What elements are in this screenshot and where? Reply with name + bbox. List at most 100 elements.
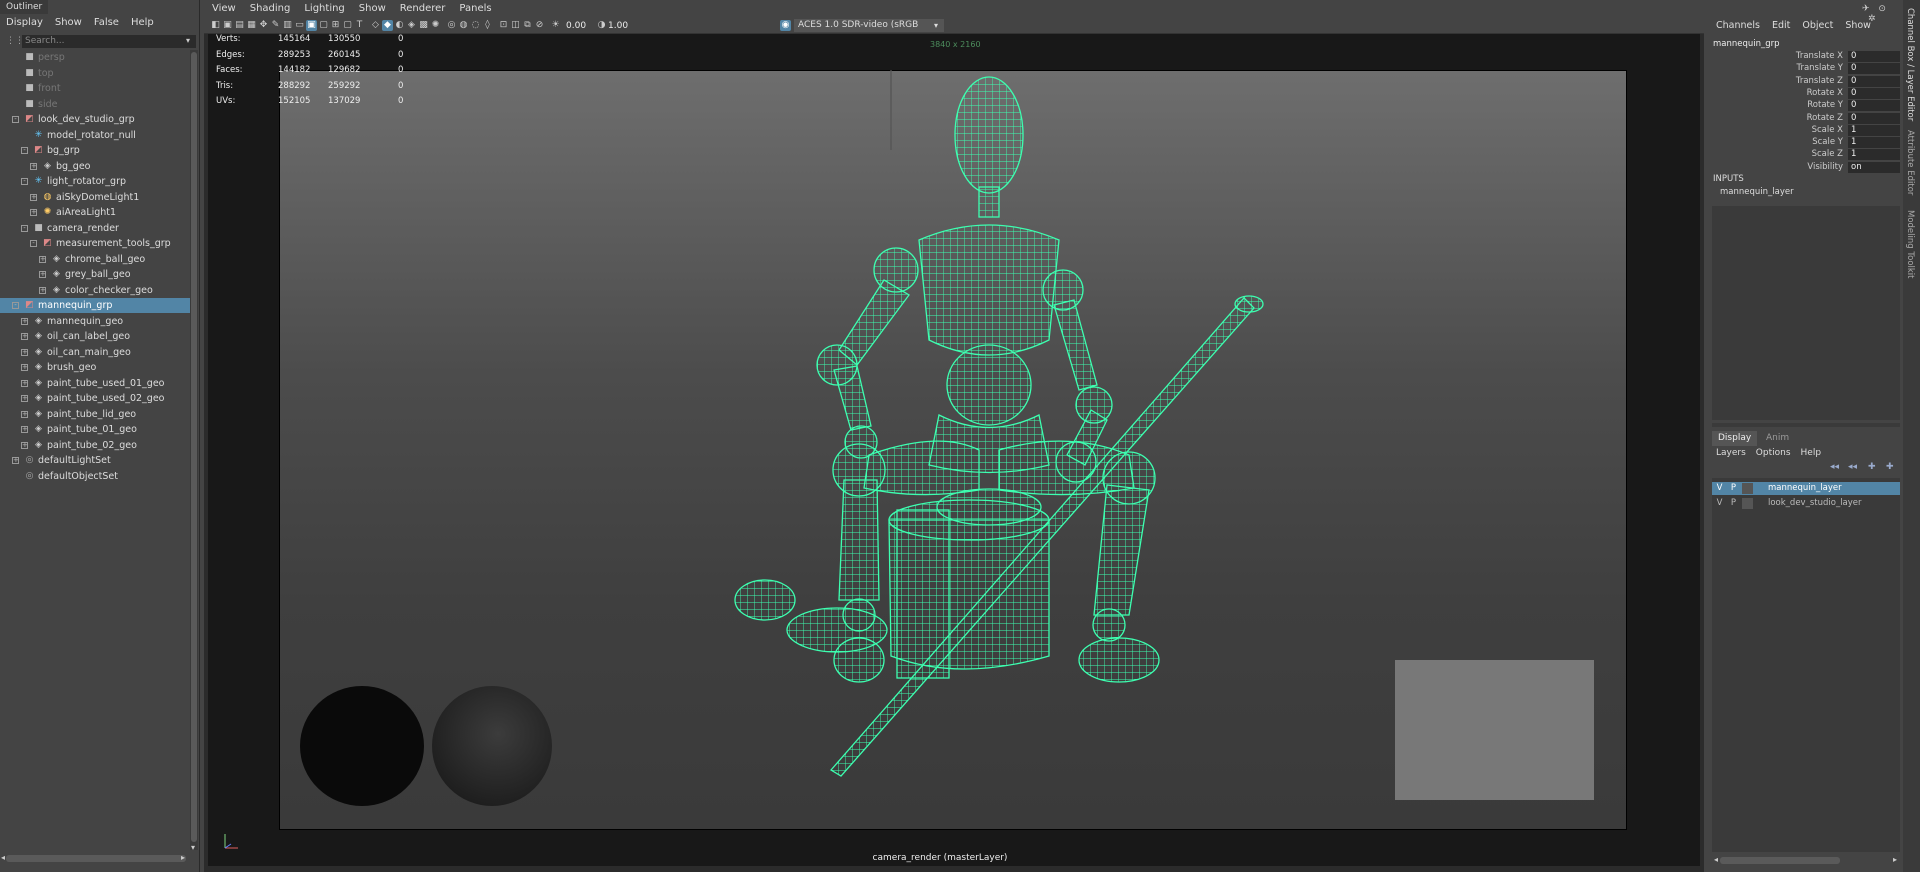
- new-layer-selected-icon[interactable]: ✚: [1886, 462, 1894, 472]
- expand-icon[interactable]: +: [39, 255, 46, 263]
- view-transform-icon[interactable]: ◉: [780, 20, 791, 31]
- outliner-item[interactable]: - ◩ bg_grp: [0, 143, 190, 158]
- exposure-value[interactable]: 0.00: [566, 20, 586, 32]
- gamma-value[interactable]: 1.00: [608, 20, 628, 32]
- outliner-item[interactable]: ✳ model_rotator_null: [0, 128, 190, 143]
- scroll-right-arrow-icon[interactable]: ▸: [1893, 855, 1897, 864]
- chevron-down-icon[interactable]: ▾: [934, 19, 938, 32]
- ambient-occlusion-icon[interactable]: ◍: [458, 20, 469, 31]
- tab-attribute-editor[interactable]: Attribute Editor: [1905, 130, 1915, 195]
- panel-splitter[interactable]: [1712, 423, 1900, 427]
- select-camera-icon[interactable]: ◧: [210, 20, 221, 31]
- display-layer-row[interactable]: V Pmannequin_layer: [1712, 482, 1900, 495]
- grease-pencil-icon[interactable]: ✎: [270, 20, 281, 31]
- outliner-item[interactable]: - ■ camera_render: [0, 221, 190, 236]
- inputs-item[interactable]: mannequin_layer: [1720, 187, 1794, 197]
- expand-icon[interactable]: +: [21, 317, 28, 325]
- outliner-item[interactable]: ■ front: [0, 81, 190, 96]
- xray-joints-icon[interactable]: ⧉: [522, 20, 533, 31]
- attribute-value-field[interactable]: 1: [1848, 149, 1900, 161]
- outliner-tab[interactable]: Outliner: [0, 0, 48, 14]
- attribute-value-field[interactable]: on: [1848, 161, 1900, 173]
- motion-blur-icon[interactable]: ◌: [470, 20, 481, 31]
- expand-icon[interactable]: +: [21, 426, 28, 433]
- collapse-icon[interactable]: -: [21, 178, 28, 185]
- expand-icon[interactable]: +: [21, 348, 28, 356]
- channel-attribute-row[interactable]: Translate Y 0: [1715, 63, 1900, 75]
- selected-node-name[interactable]: mannequin_grp: [1713, 39, 1780, 49]
- expand-icon[interactable]: +: [21, 333, 28, 340]
- channel-attribute-row[interactable]: Scale X 1: [1715, 124, 1900, 137]
- wireframe-icon[interactable]: ◇: [370, 20, 381, 31]
- outliner-item[interactable]: - ◩ measurement_tools_grp: [0, 236, 190, 251]
- wireframe-on-shaded-icon[interactable]: ◈: [406, 20, 417, 31]
- channel-attribute-row[interactable]: Rotate Z 0: [1715, 112, 1900, 125]
- outliner-item[interactable]: + ◎ defaultLightSet: [0, 453, 190, 468]
- outliner-item[interactable]: + ◈ paint_tube_lid_geo: [0, 407, 190, 422]
- expand-icon[interactable]: +: [12, 457, 19, 464]
- channel-attribute-row[interactable]: Rotate X 0: [1715, 87, 1900, 100]
- outliner-item[interactable]: + ◈ bg_geo: [0, 159, 190, 174]
- backface-culling-icon[interactable]: ⊘: [534, 20, 545, 31]
- outliner-search-input[interactable]: Search...: [22, 35, 196, 48]
- outliner-scroll-thumb[interactable]: [191, 52, 197, 842]
- new-layer-icon[interactable]: ✚: [1868, 462, 1876, 472]
- expand-icon[interactable]: +: [39, 271, 46, 278]
- channel-attribute-row[interactable]: Rotate Y 0: [1715, 100, 1900, 112]
- channel-attribute-row[interactable]: Translate X 0: [1715, 51, 1900, 63]
- outliner-item[interactable]: + ◈ oil_can_main_geo: [0, 345, 190, 360]
- outliner-menu-show[interactable]: Show: [55, 14, 82, 32]
- outliner-item[interactable]: ■ side: [0, 97, 190, 112]
- layer-color-swatch[interactable]: [1742, 483, 1753, 494]
- move-layer-up-icon[interactable]: ◂◂: [1830, 462, 1839, 472]
- use-default-material-icon[interactable]: ◐: [394, 20, 405, 31]
- filter-icon[interactable]: ⋮⋮: [6, 36, 24, 46]
- gamma-icon[interactable]: ◑: [596, 20, 607, 31]
- isolate-select-icon[interactable]: ⊡: [498, 20, 509, 31]
- expand-icon[interactable]: +: [21, 410, 28, 418]
- layers-menu[interactable]: Layers: [1716, 448, 1746, 462]
- scroll-left-arrow-icon[interactable]: ◂: [1714, 855, 1718, 864]
- expand-icon[interactable]: +: [39, 286, 46, 294]
- scroll-right-arrow-icon[interactable]: ▸: [181, 853, 185, 862]
- grid-icon[interactable]: ▥: [282, 20, 293, 31]
- viewport-menu-shading[interactable]: Shading: [250, 0, 291, 18]
- 2d-pan-zoom-icon[interactable]: ✥: [258, 20, 269, 31]
- smooth-shade-icon[interactable]: ◆: [382, 20, 393, 31]
- collapse-icon[interactable]: -: [21, 224, 28, 232]
- move-layer-down-icon[interactable]: ◂◂: [1848, 462, 1857, 472]
- outliner-item[interactable]: + ◈ paint_tube_used_02_geo: [0, 391, 190, 406]
- channel-attribute-row[interactable]: Translate Z 0: [1715, 75, 1900, 88]
- outliner-menu-help[interactable]: Help: [131, 14, 154, 32]
- safe-title-icon[interactable]: T: [354, 20, 365, 31]
- camera-attributes-icon[interactable]: ▣: [222, 20, 233, 31]
- image-plane-icon[interactable]: ▦: [246, 20, 257, 31]
- help-icon[interactable]: ⊙: [1878, 4, 1886, 14]
- display-layer-row[interactable]: V Plook_dev_studio_layer: [1712, 497, 1900, 510]
- layer-horizontal-scrollbar[interactable]: [1720, 857, 1840, 864]
- shadows-icon[interactable]: ◎: [446, 20, 457, 31]
- collapse-icon[interactable]: -: [12, 116, 19, 123]
- anti-aliasing-icon[interactable]: ◊: [482, 20, 493, 31]
- attribute-value-field[interactable]: 0: [1848, 75, 1900, 87]
- channel-attribute-row[interactable]: Scale Y 1: [1715, 137, 1900, 149]
- attribute-value-field[interactable]: 0: [1848, 51, 1900, 62]
- film-gate-icon[interactable]: ▭: [294, 20, 305, 31]
- collapse-icon[interactable]: -: [21, 147, 28, 154]
- edit-menu[interactable]: Edit: [1772, 20, 1790, 34]
- outliner-item[interactable]: + ◈ color_checker_geo: [0, 283, 190, 298]
- expand-icon[interactable]: +: [21, 364, 28, 371]
- color-space-dropdown[interactable]: ACES 1.0 SDR-video (sRGB: [794, 19, 944, 32]
- use-all-lights-icon[interactable]: ✺: [430, 20, 441, 31]
- outliner-item[interactable]: - ✳ light_rotator_grp: [0, 174, 190, 189]
- outliner-item[interactable]: - ◩ mannequin_grp: [0, 298, 190, 313]
- outliner-item[interactable]: ■ persp: [0, 50, 190, 65]
- textured-icon[interactable]: ▩: [418, 20, 429, 31]
- outliner-item[interactable]: + ◈ oil_can_label_geo: [0, 329, 190, 344]
- attribute-value-field[interactable]: 1: [1848, 124, 1900, 136]
- outliner-item[interactable]: + ◈ paint_tube_01_geo: [0, 422, 190, 437]
- outliner-item[interactable]: + ◈ paint_tube_used_01_geo: [0, 376, 190, 391]
- bookmark-icon[interactable]: ▤: [234, 20, 245, 31]
- gate-mask-icon[interactable]: ▢: [318, 20, 329, 31]
- attribute-value-field[interactable]: 0: [1848, 112, 1900, 124]
